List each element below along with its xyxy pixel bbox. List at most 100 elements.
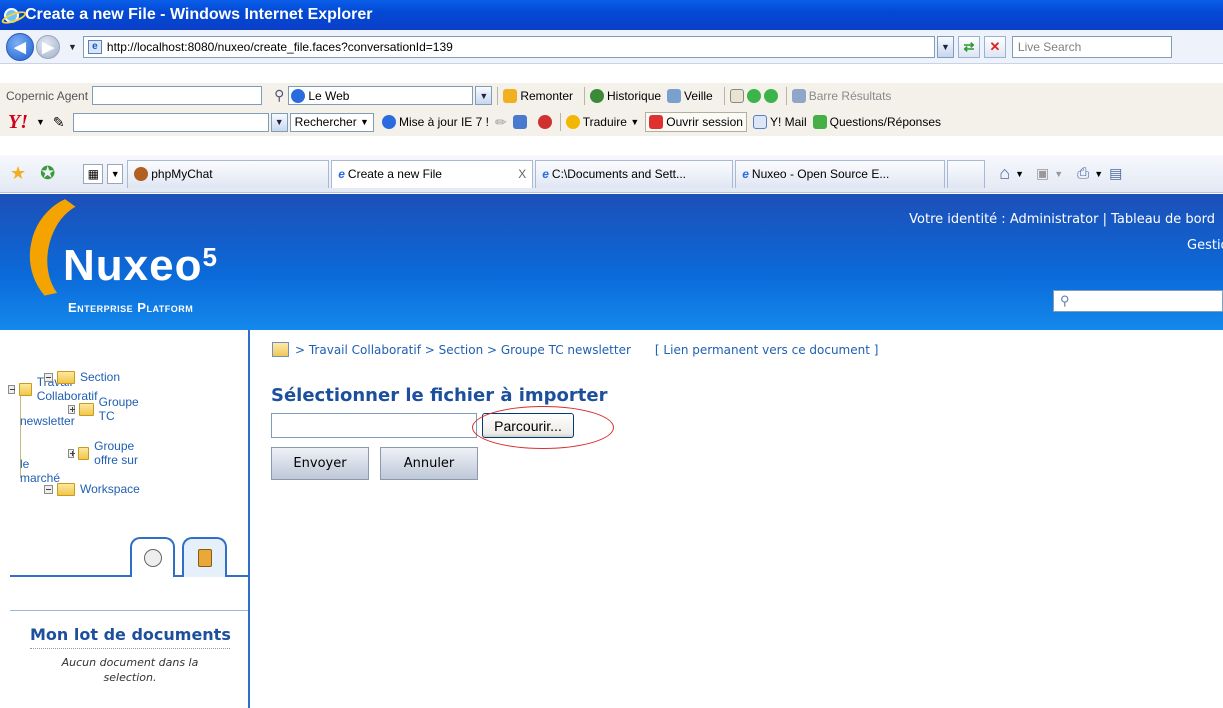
layout-icon[interactable] <box>512 115 527 129</box>
refresh-icon[interactable]: ⇄ <box>957 35 980 58</box>
file-path-input[interactable] <box>271 413 477 438</box>
tree-node-groupe-offre[interactable]: Groupe offre sur <box>68 439 144 467</box>
live-search-input[interactable]: Live Search <box>1011 35 1172 58</box>
tree-node-groupe-tc-continued[interactable]: newsletter <box>20 414 75 428</box>
browse-button[interactable]: Parcourir... <box>482 413 574 438</box>
stop-icon[interactable]: ✕ <box>983 35 1006 58</box>
print-dropdown-icon[interactable]: ▼ <box>1094 169 1103 179</box>
next-green-icon[interactable] <box>763 88 778 103</box>
tab-create-new-file[interactable]: e Create a new File X <box>331 159 534 188</box>
ie-page-icon: e <box>338 167 345 181</box>
remonter-button[interactable]: Remonter <box>503 88 573 103</box>
prev-green-icon[interactable] <box>746 88 761 103</box>
collapse-icon[interactable] <box>44 484 53 494</box>
veille-button[interactable]: Veille <box>667 88 713 103</box>
traduire-button[interactable]: Traduire ▼ <box>565 115 639 129</box>
pen-icon[interactable]: ✎ <box>53 114 65 131</box>
folder-icon <box>79 402 94 416</box>
folder-icon <box>18 382 32 396</box>
nuxeo-logo[interactable]: Nuxeo5 <box>63 244 218 288</box>
nuxeo-subtitle: Enterprise Platform <box>68 300 194 315</box>
folder-icon <box>57 482 75 496</box>
history-icon <box>590 88 605 103</box>
ouvrir-session-button[interactable]: Ouvrir session <box>645 112 747 132</box>
sidebar-tab-clipboard[interactable] <box>182 537 227 577</box>
home-dropdown-icon[interactable]: ▼ <box>1015 169 1024 179</box>
print-icon[interactable]: ⎙ <box>1077 165 1089 182</box>
tab-label: C:\Documents and Sett... <box>551 167 686 181</box>
user-identity-links[interactable]: Votre identité : Administrator | Tableau… <box>909 212 1215 227</box>
feeds-icon[interactable]: ▣ <box>1036 165 1049 182</box>
mise-a-jour-button[interactable]: Mise à jour IE 7 ! <box>381 115 489 129</box>
antispy-icon[interactable] <box>537 115 552 129</box>
permalink-link[interactable]: [ Lien permanent vers ce document ] <box>655 343 879 357</box>
gestion-link[interactable]: Gestio <box>1187 238 1223 253</box>
mise-a-jour-label: Mise à jour IE 7 ! <box>398 115 489 129</box>
tab-list-dropdown-icon[interactable]: ▼ <box>107 163 124 184</box>
historique-button[interactable]: Historique <box>590 88 661 103</box>
add-favorite-icon[interactable]: ✪ <box>40 163 55 184</box>
separator <box>723 86 725 105</box>
history-dropdown-icon[interactable]: ▼ <box>68 42 77 52</box>
breadcrumb-path[interactable]: > Travail Collaboratif > Section > Group… <box>295 343 631 357</box>
cancel-button[interactable]: Annuler <box>380 447 478 480</box>
back-arrow-icon[interactable]: ◀ <box>6 32 34 61</box>
expand-icon[interactable] <box>68 404 76 414</box>
send-button[interactable]: Envoyer <box>271 447 369 480</box>
expand-icon[interactable] <box>68 448 75 458</box>
collapse-icon[interactable] <box>44 372 53 382</box>
yahoo-logo-icon[interactable]: Y! <box>8 111 28 134</box>
forward-arrow-icon[interactable]: ▶ <box>36 34 60 59</box>
web-select[interactable]: Le Web <box>288 86 474 105</box>
tab-phpmychat[interactable]: phpMyChat <box>127 159 330 188</box>
feeds-dropdown-icon[interactable]: ▼ <box>1054 169 1063 179</box>
copernic-search-input[interactable] <box>92 86 263 105</box>
parent-folder-icon[interactable] <box>272 342 289 357</box>
window-title: Create a new File - Windows Internet Exp… <box>25 6 373 23</box>
questions-button[interactable]: Questions/Réponses <box>812 115 941 129</box>
tree-node-workspace[interactable]: Workspace <box>44 482 140 496</box>
ie-page-icon: e <box>742 167 749 181</box>
tree-node-groupe-offre-continued[interactable]: le marché <box>20 457 60 485</box>
header-link-truncated[interactable]: Re <box>1204 139 1220 154</box>
window-titlebar: Create a new File - Windows Internet Exp… <box>0 0 1223 30</box>
tree-node-label: Groupe offre sur <box>94 439 138 467</box>
barre-resultats-button[interactable]: Barre Résultats <box>791 88 891 103</box>
yahoo-search-arrow-icon[interactable]: ▼ <box>270 112 288 132</box>
close-tab-icon[interactable]: X <box>518 167 526 181</box>
marker-icon[interactable] <box>729 88 744 103</box>
tab-documents[interactable]: e C:\Documents and Sett... <box>535 159 734 188</box>
home-icon[interactable]: ⌂ <box>999 163 1010 184</box>
breadcrumb: > Travail Collaboratif > Section > Group… <box>272 342 878 357</box>
url-dropdown-icon[interactable]: ▼ <box>936 35 954 58</box>
page-menu-icon[interactable]: ▤ <box>1109 165 1122 182</box>
collapse-icon[interactable] <box>8 384 15 394</box>
clipboard-icon <box>197 549 212 567</box>
tab-nuxeo[interactable]: e Nuxeo - Open Source E... <box>735 159 946 188</box>
veille-icon <box>667 88 682 103</box>
favorites-star-icon[interactable]: ★ <box>10 163 26 184</box>
quick-tabs-icon[interactable]: ▦ <box>83 163 104 184</box>
tree-node-label: Workspace <box>80 482 140 496</box>
address-bar: ◀ ▶ ▼ e http://localhost:8080/nuxeo/crea… <box>0 30 1223 64</box>
tab-label: Create a new File <box>347 167 442 181</box>
tree-node-section[interactable]: Section <box>44 370 120 384</box>
search-icon: ⚲ <box>1060 293 1070 308</box>
nuxeo-search-input[interactable]: ⚲ <box>1053 290 1223 312</box>
url-input[interactable]: e http://localhost:8080/nuxeo/create_fil… <box>82 35 935 58</box>
rechercher-button[interactable]: Rechercher ▼ <box>289 112 374 132</box>
translate-icon <box>565 115 580 129</box>
yahoo-dropdown-icon[interactable]: ▼ <box>36 117 45 127</box>
ymail-button[interactable]: Y! Mail <box>752 115 807 129</box>
yahoo-search-input[interactable] <box>72 112 269 132</box>
clipboard-panel <box>10 610 248 611</box>
tree-node-groupe-tc[interactable]: Groupe TC <box>68 395 144 423</box>
new-tab-button[interactable] <box>947 159 986 188</box>
rechercher-label: Rechercher <box>294 115 357 129</box>
nuxeo-logo-text: Nuxeo <box>63 241 203 290</box>
magnifier-icon[interactable]: ⚲ <box>274 87 284 104</box>
web-select-arrow-icon[interactable]: ▼ <box>475 86 493 105</box>
highlight-pen-icon[interactable]: ✏ <box>495 114 507 131</box>
sidebar-tab-documents[interactable] <box>130 537 175 577</box>
url-text: http://localhost:8080/nuxeo/create_file.… <box>106 39 453 54</box>
